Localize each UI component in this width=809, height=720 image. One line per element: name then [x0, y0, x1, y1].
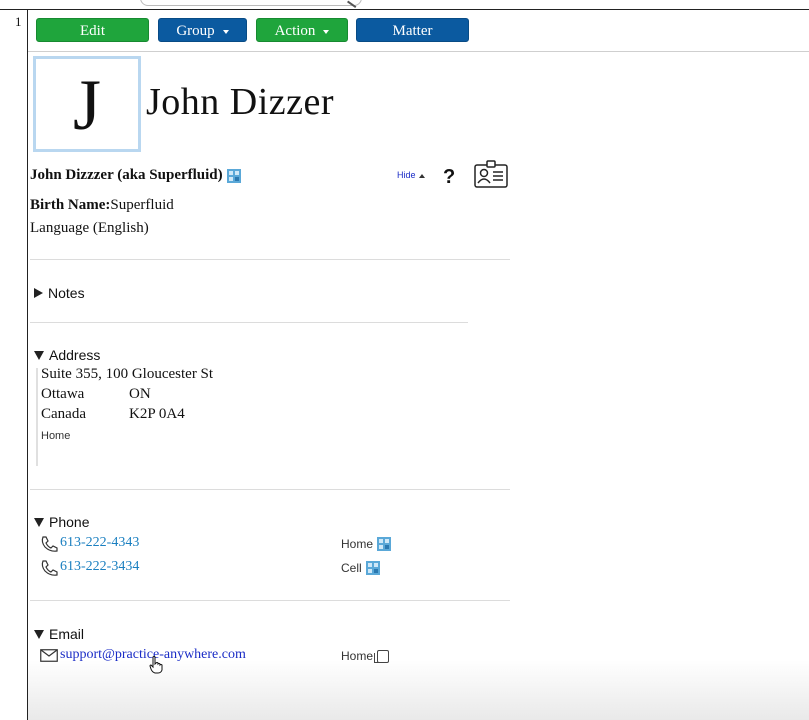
- avatar: J: [33, 56, 141, 152]
- bottom-shade: [28, 660, 809, 720]
- address-province: ON: [129, 386, 151, 402]
- matter-button-label: Matter: [392, 23, 433, 39]
- divider: [30, 600, 510, 601]
- caret-down-icon: [323, 29, 330, 34]
- edit-button-label: Edit: [80, 23, 105, 39]
- display-name: John Dizzzer (aka Superfluid): [30, 167, 223, 183]
- hand-cursor-icon: [149, 656, 163, 674]
- phone-type-cell-label: Cell: [341, 561, 362, 575]
- action-button-label: Action: [274, 23, 316, 39]
- language-line: Language (English): [30, 220, 149, 236]
- phone-section-toggle[interactable]: Phone: [34, 514, 89, 530]
- address-street: Suite 355, 100 Gloucester St: [41, 366, 214, 382]
- top-divider: [0, 9, 809, 10]
- phone-icon: [41, 560, 58, 576]
- birth-name-label: Birth Name:: [30, 197, 111, 213]
- edit-button[interactable]: Edit: [36, 18, 149, 42]
- phone-type-home: Home: [341, 537, 392, 551]
- notes-section-toggle[interactable]: Notes: [34, 285, 85, 301]
- toolbar-divider: [28, 51, 809, 52]
- phone-link-cell[interactable]: 613-222-3434: [60, 559, 139, 575]
- mail-icon: [40, 649, 58, 662]
- address-city: Ottawa: [41, 386, 85, 402]
- divider: [30, 322, 468, 323]
- matter-button[interactable]: Matter: [356, 18, 469, 42]
- caret-down-icon: [222, 29, 229, 34]
- row-number: 1: [15, 14, 22, 29]
- phone-link-home[interactable]: 613-222-4343: [60, 535, 139, 551]
- help-icon[interactable]: ?: [443, 166, 455, 189]
- notes-title: Notes: [48, 285, 85, 301]
- triangle-down-icon: [34, 517, 44, 527]
- birth-name-line: Birth Name:Superfluid: [30, 197, 174, 214]
- phone-type-home-label: Home: [341, 537, 374, 551]
- left-divider: [27, 10, 28, 720]
- phone-icon: [41, 536, 58, 552]
- address-postal: K2P 0A4: [129, 406, 185, 422]
- group-dropdown-button[interactable]: Group: [158, 18, 247, 42]
- address-bar: [36, 368, 38, 466]
- email-type: Home: [341, 649, 390, 663]
- action-dropdown-button[interactable]: Action: [256, 18, 348, 42]
- triangle-right-icon: [34, 288, 43, 298]
- hide-label: Hide: [397, 170, 416, 180]
- birth-name-value: Superfluid: [110, 197, 174, 213]
- email-type-label: Home: [341, 649, 374, 663]
- qr-code-icon[interactable]: [365, 561, 380, 575]
- group-button-label: Group: [176, 23, 215, 39]
- divider: [30, 259, 510, 260]
- email-title: Email: [49, 626, 85, 642]
- email-section-toggle[interactable]: Email: [34, 626, 84, 642]
- address-type: Home: [41, 430, 71, 442]
- triangle-down-icon: [34, 629, 44, 639]
- phone-title: Phone: [49, 514, 90, 530]
- copy-icon[interactable]: [374, 649, 390, 663]
- display-name-line: John Dizzzer (aka Superfluid): [30, 167, 241, 184]
- qr-code-icon[interactable]: [377, 537, 392, 551]
- phone-type-cell: Cell: [341, 561, 380, 575]
- address-title: Address: [49, 347, 101, 363]
- address-section-toggle[interactable]: Address: [34, 347, 100, 363]
- top-search-box[interactable]: [140, 0, 362, 6]
- qr-code-icon[interactable]: [226, 168, 241, 183]
- hide-toggle[interactable]: Hide: [397, 170, 425, 180]
- contact-name: John Dizzer: [146, 81, 335, 123]
- triangle-down-icon: [34, 350, 44, 360]
- address-country: Canada: [41, 406, 86, 422]
- divider: [30, 489, 510, 490]
- vcard-icon[interactable]: [474, 160, 508, 188]
- caret-up-icon: [418, 173, 425, 178]
